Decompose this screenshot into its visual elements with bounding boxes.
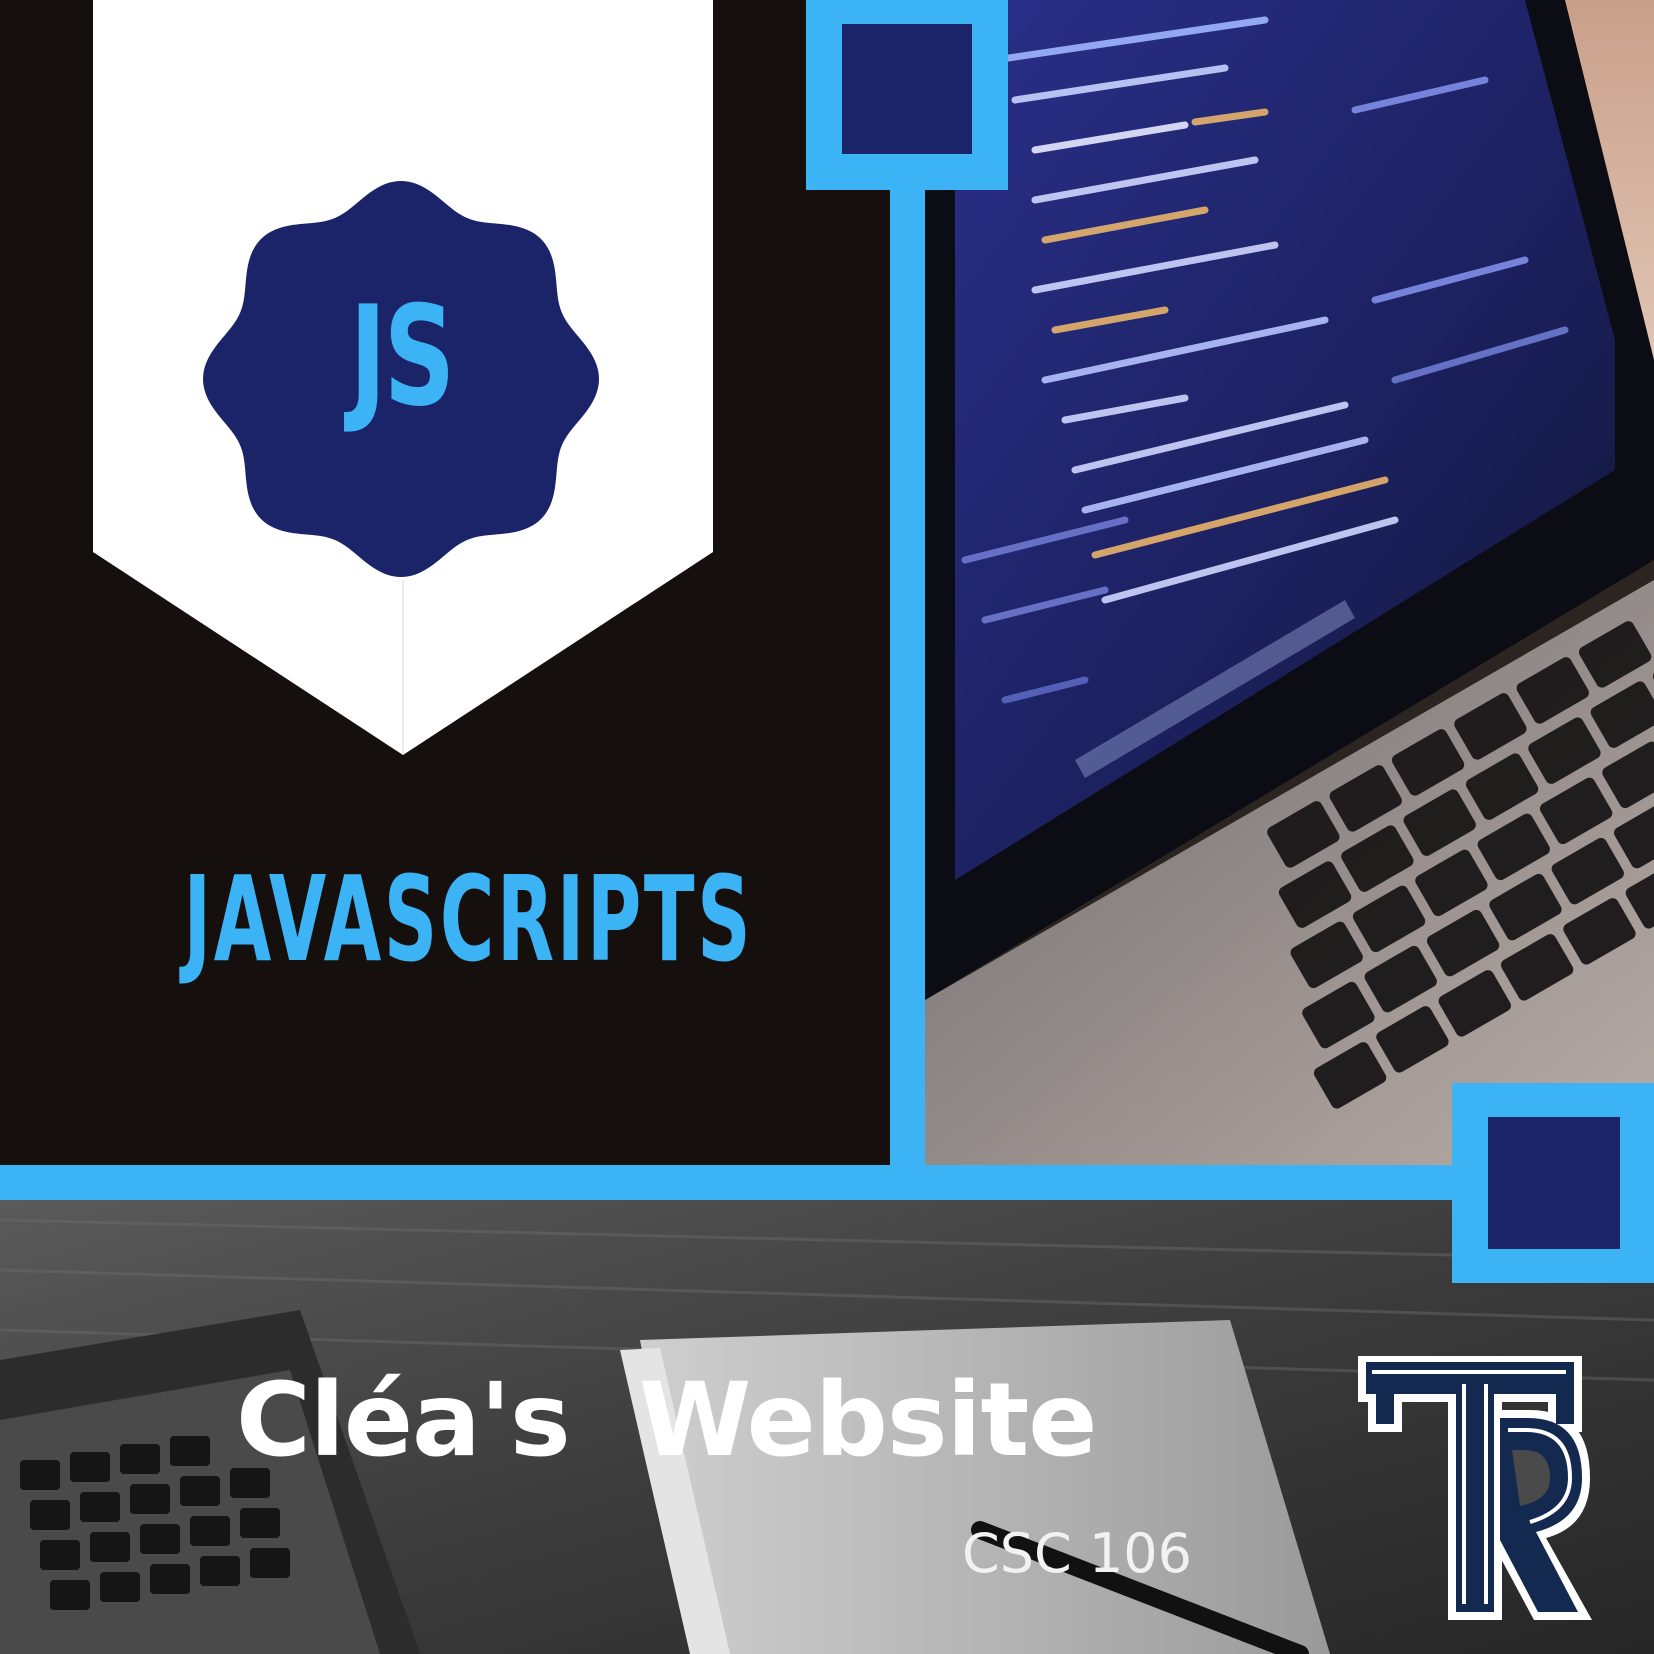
laptop-code-photo [925, 0, 1654, 1165]
top-accent-square-inner [842, 24, 972, 154]
heading-title: JAVASCRIPTS [183, 850, 754, 988]
laptop-illustration [925, 0, 1654, 1165]
bottom-accent-square-inner [1488, 1117, 1620, 1249]
r-monogram-logo-icon [1358, 1356, 1592, 1620]
badge-label: JS [349, 276, 456, 437]
course-code: CSC 106 [962, 1522, 1192, 1585]
site-title: Cléa's Website [236, 1361, 1097, 1480]
poster: JS JAVASCRIPTS Cléa's Website CSC 106 [0, 0, 1654, 1654]
horizontal-accent-bar [0, 1165, 1500, 1200]
